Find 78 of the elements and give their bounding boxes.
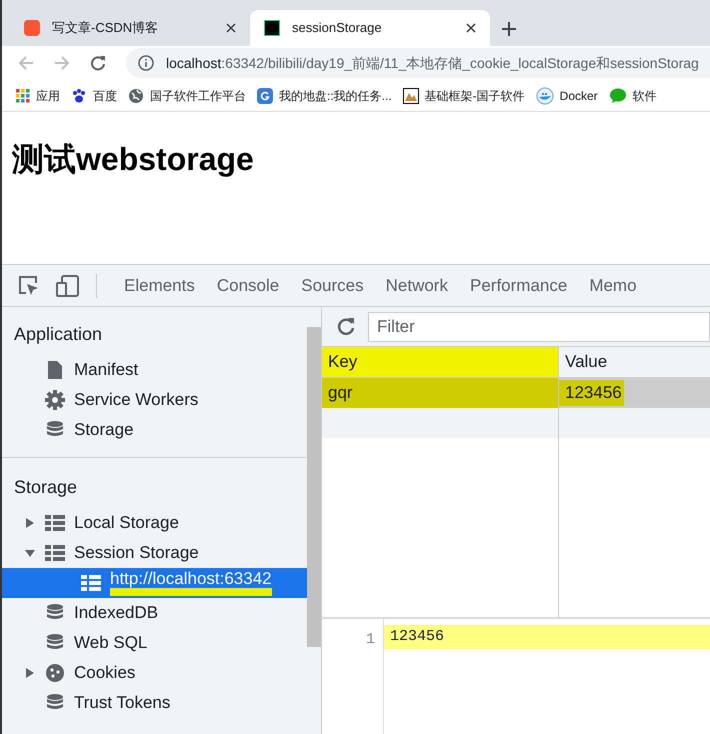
database-icon [46,421,64,439]
tree-item-label: Manifest [74,359,138,382]
globe-icon [128,88,144,104]
tree-item[interactable]: Storage [2,415,307,445]
page-heading: 测试webstorage [12,140,254,179]
gear-icon [45,390,65,410]
column-header[interactable]: Key [322,347,559,377]
tree-item[interactable]: http://localhost:63342 [2,568,307,598]
tree-item[interactable]: Cookies [2,658,307,688]
tree-item-label: Local Storage [74,512,179,534]
inspect-cursor-icon[interactable] [18,274,40,296]
database-icon [46,604,64,622]
tree-item[interactable]: Trust Tokens [2,688,307,718]
url-text: localhost:63342/bilibili/day19_前端/11_本地存储_cookie_localStorage和sessionStorag [166,54,699,73]
image-icon [402,88,419,104]
table-icon [45,515,65,531]
apps-grid-icon [16,88,30,102]
bookmark[interactable]: 软件 [608,86,657,104]
browser-tab[interactable]: 写文章-CSDN博客 [10,10,250,46]
devtools-tab[interactable]: Performance [458,272,578,298]
device-toolbar-icon[interactable] [56,274,80,298]
section-title: Storage [13,476,78,499]
chat-icon [608,88,627,104]
tree-item-label: IndexedDB [74,602,158,624]
table-icon [45,545,65,561]
file-icon [48,361,62,379]
address-bar[interactable]: localhost:63342/bilibili/day19_前端/11_本地存储_cookie_localStorage和sessionStorag [126,48,710,78]
table-cell: 123456 [559,380,624,406]
paw-icon [71,88,87,104]
refresh-icon[interactable] [336,316,356,336]
tree-item-label: Trust Tokens [74,692,170,714]
csdn-logo-icon [24,20,40,36]
devtools-tab[interactable]: Memo [578,272,648,298]
g-logo-icon [257,88,273,104]
browser-tab[interactable]: sessionStorage [250,10,490,46]
devtools-tab[interactable]: Console [206,272,290,298]
tree-item[interactable]: Service Workers [2,385,307,415]
bookmark[interactable]: 我的地盘::我的任务... [257,86,392,104]
info-icon [138,55,154,71]
database-icon [46,634,64,652]
section-title: Application [13,323,104,346]
tree-item-label: http://localhost:63342 [110,570,272,596]
bookmark[interactable]: 百度 [71,86,117,104]
tree-item[interactable]: Web SQL [2,628,307,658]
tree-item-label: Web SQL [74,632,148,654]
table-cell: gqr [322,378,559,408]
filter-field[interactable]: Filter [368,312,710,342]
bookmark[interactable]: 应用 [16,86,60,104]
tab-title: 写文章-CSDN博客 [52,19,160,38]
tree-item-label: Service Workers [74,389,198,412]
tab-title: sessionStorage [292,19,383,38]
devtools-tab[interactable]: Elements [113,272,206,298]
tree-item[interactable]: Manifest [2,355,307,385]
collapse-arrow-icon[interactable] [25,548,35,558]
tree-item[interactable]: IndexedDB [2,598,307,628]
bookmark[interactable]: 基础框架-国子软件 [402,86,525,104]
database-icon [46,694,64,712]
tree-item[interactable]: Local Storage [2,508,307,538]
devtools-tab[interactable]: Sources [290,272,375,298]
new-tab-icon[interactable] [502,22,516,36]
whale-icon [536,86,554,104]
bookmark[interactable]: Docker [536,86,598,104]
line-number: 1 [366,631,375,648]
expand-arrow-icon[interactable] [25,518,35,528]
tree-item[interactable]: Session Storage [2,538,307,568]
pycharm-logo-icon [264,20,280,36]
tree-item-label: Storage [74,419,134,442]
table-icon [81,575,101,591]
close-icon[interactable] [226,23,236,33]
tree-item-label: Session Storage [74,542,199,564]
devtools-tab[interactable]: Network [374,272,459,298]
column-header[interactable]: Value [559,347,710,377]
cookie-icon [45,663,65,683]
reload-icon[interactable] [90,55,106,71]
expand-arrow-icon[interactable] [25,668,35,678]
tree-item-label: Cookies [74,662,136,684]
close-icon[interactable] [466,23,476,33]
bookmark[interactable]: 国子软件工作平台 [128,86,246,104]
